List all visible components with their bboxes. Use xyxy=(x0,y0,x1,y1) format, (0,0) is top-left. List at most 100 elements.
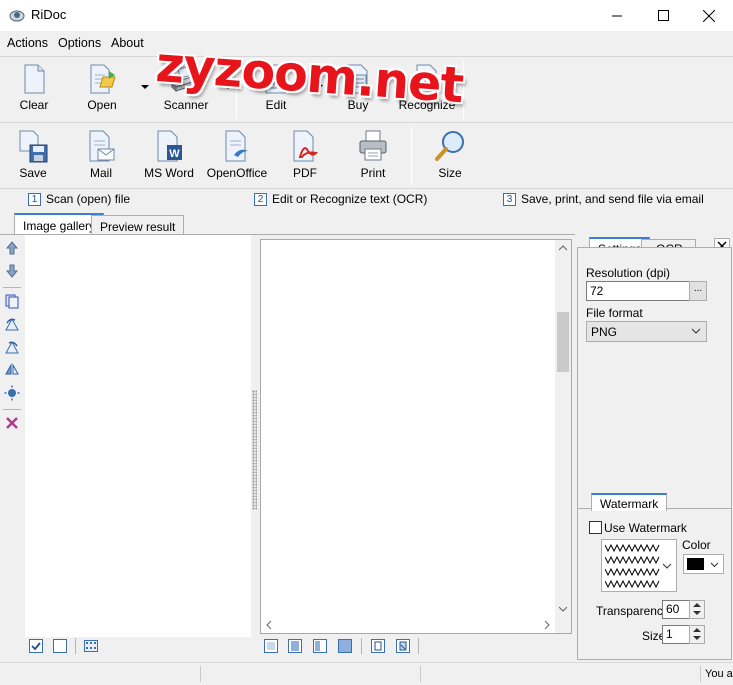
use-watermark-label: Use Watermark xyxy=(604,521,687,535)
flip-icon[interactable] xyxy=(4,362,20,378)
transparency-input[interactable]: 60 xyxy=(662,600,690,619)
tab-preview-result[interactable]: Preview result xyxy=(91,215,185,235)
chevron-down-icon xyxy=(710,562,719,568)
toolbar-separator xyxy=(411,127,412,185)
step-edit-recognize[interactable]: 2 Edit or Recognize text (OCR) xyxy=(254,192,427,206)
fit-height-icon[interactable] xyxy=(312,638,328,654)
color-picker[interactable] xyxy=(683,554,724,574)
preview-scroll-thumb[interactable] xyxy=(557,312,569,372)
ridoc-app-icon xyxy=(9,10,25,22)
sidetool-separator xyxy=(3,287,21,288)
save-button[interactable]: Save xyxy=(0,127,68,185)
transparency-label: Transparency xyxy=(596,604,669,618)
move-down-icon[interactable] xyxy=(4,263,20,279)
scroll-down-arrow-icon[interactable] xyxy=(559,606,567,612)
chevron-down-icon xyxy=(691,328,701,334)
scroll-right-arrow-icon[interactable] xyxy=(544,621,550,629)
word-document-icon: W xyxy=(157,130,182,162)
deselect-all-checkbox-icon[interactable] xyxy=(52,638,68,654)
scroll-left-arrow-icon[interactable] xyxy=(266,621,272,629)
bottombar-separator xyxy=(418,638,419,654)
resolution-label: Resolution (dpi) xyxy=(586,266,671,280)
openoffice-document-icon xyxy=(225,130,248,162)
sidetool-separator xyxy=(3,409,21,410)
minimize-button[interactable] xyxy=(594,0,640,31)
adjust-brightness-icon[interactable] xyxy=(4,385,20,401)
use-watermark-checkbox[interactable] xyxy=(589,521,602,534)
select-all-checkbox-icon[interactable] xyxy=(28,638,44,654)
grid-view-icon[interactable] xyxy=(83,638,99,654)
clear-button[interactable]: Clear xyxy=(0,61,69,119)
preview-vertical-scrollbar[interactable] xyxy=(555,240,571,618)
open-document-icon xyxy=(90,64,116,94)
scrollbar-corner xyxy=(555,617,571,633)
zoom-out-page-icon[interactable] xyxy=(395,638,411,654)
workflow-steps-bar: 1 Scan (open) file 2 Edit or Recognize t… xyxy=(0,188,733,210)
title-bar: RiDoc xyxy=(0,0,733,31)
scroll-up-arrow-icon[interactable] xyxy=(559,245,567,251)
fit-width-icon[interactable] xyxy=(287,638,303,654)
menu-options[interactable]: Options xyxy=(58,36,101,50)
status-segment xyxy=(700,666,701,682)
bottombar-separator xyxy=(361,638,362,654)
preview-horizontal-scrollbar[interactable] xyxy=(261,617,555,633)
chevron-down-icon xyxy=(662,563,672,569)
tab-watermark[interactable]: Watermark xyxy=(591,493,668,511)
step-scan[interactable]: 1 Scan (open) file xyxy=(28,192,130,206)
file-format-value: PNG xyxy=(591,325,618,339)
move-up-icon[interactable] xyxy=(4,240,20,256)
status-bar: You a xyxy=(0,662,733,685)
image-gallery-panel[interactable] xyxy=(25,235,251,637)
watermark-pattern-select[interactable] xyxy=(601,539,677,592)
zoom-in-page-icon[interactable] xyxy=(370,638,386,654)
mail-icon xyxy=(89,130,115,162)
menu-about[interactable]: About xyxy=(111,36,144,50)
svg-text:W: W xyxy=(169,148,180,160)
pdf-button[interactable]: PDF xyxy=(270,127,340,185)
spin-up-icon[interactable] xyxy=(693,628,701,633)
preview-canvas[interactable] xyxy=(260,239,572,634)
delete-icon[interactable] xyxy=(4,415,20,431)
bottombar-separator xyxy=(75,638,76,654)
spin-down-icon[interactable] xyxy=(693,636,701,641)
print-button[interactable]: Print xyxy=(338,127,408,185)
printer-icon xyxy=(359,130,387,161)
blank-page-icon xyxy=(24,64,45,94)
open-button[interactable]: Open xyxy=(67,61,137,119)
file-format-label: File format xyxy=(586,306,643,320)
close-button[interactable] xyxy=(686,0,732,31)
save-disk-icon xyxy=(19,130,48,163)
size-spinner[interactable] xyxy=(689,625,705,644)
open-dropdown-arrow-icon[interactable] xyxy=(140,83,150,91)
panel-splitter[interactable] xyxy=(252,390,257,510)
openoffice-button[interactable]: OpenOffice xyxy=(202,127,272,185)
fit-page-icon[interactable] xyxy=(263,638,279,654)
maximize-button[interactable] xyxy=(640,0,686,31)
transparency-spinner[interactable] xyxy=(689,600,705,619)
menu-actions[interactable]: Actions xyxy=(7,36,48,50)
color-swatch xyxy=(687,558,704,570)
size-button[interactable]: Size xyxy=(415,127,485,185)
copy-pages-icon[interactable] xyxy=(4,293,20,309)
mail-button[interactable]: Mail xyxy=(66,127,136,185)
rotate-right-icon[interactable] xyxy=(4,339,20,355)
resolution-input[interactable]: 72 xyxy=(586,281,690,301)
actual-size-icon[interactable] xyxy=(337,638,353,654)
status-text: You a xyxy=(705,668,733,680)
rotate-left-icon[interactable] xyxy=(4,316,20,332)
file-format-select[interactable]: PNG xyxy=(586,321,707,342)
color-label: Color xyxy=(682,538,711,552)
main-area: Image gallery Preview result Settings OC… xyxy=(0,210,733,685)
size-input[interactable]: 1 xyxy=(662,625,690,644)
watermark-pattern-preview-icon xyxy=(605,543,660,589)
spin-up-icon[interactable] xyxy=(693,603,701,608)
minimize-icon xyxy=(611,15,622,17)
ms-word-button[interactable]: W MS Word xyxy=(134,127,204,185)
export-toolbar: Save Mail W MS Word OpenOffice PDF Print… xyxy=(0,122,733,188)
pdf-document-icon xyxy=(293,130,319,162)
maximize-icon xyxy=(657,10,669,21)
resolution-browse-button[interactable]: ... xyxy=(689,281,707,301)
step-save-print-send[interactable]: 3 Save, print, and send file via email xyxy=(503,192,704,206)
spin-down-icon[interactable] xyxy=(693,611,701,616)
magnifier-icon xyxy=(435,131,464,161)
